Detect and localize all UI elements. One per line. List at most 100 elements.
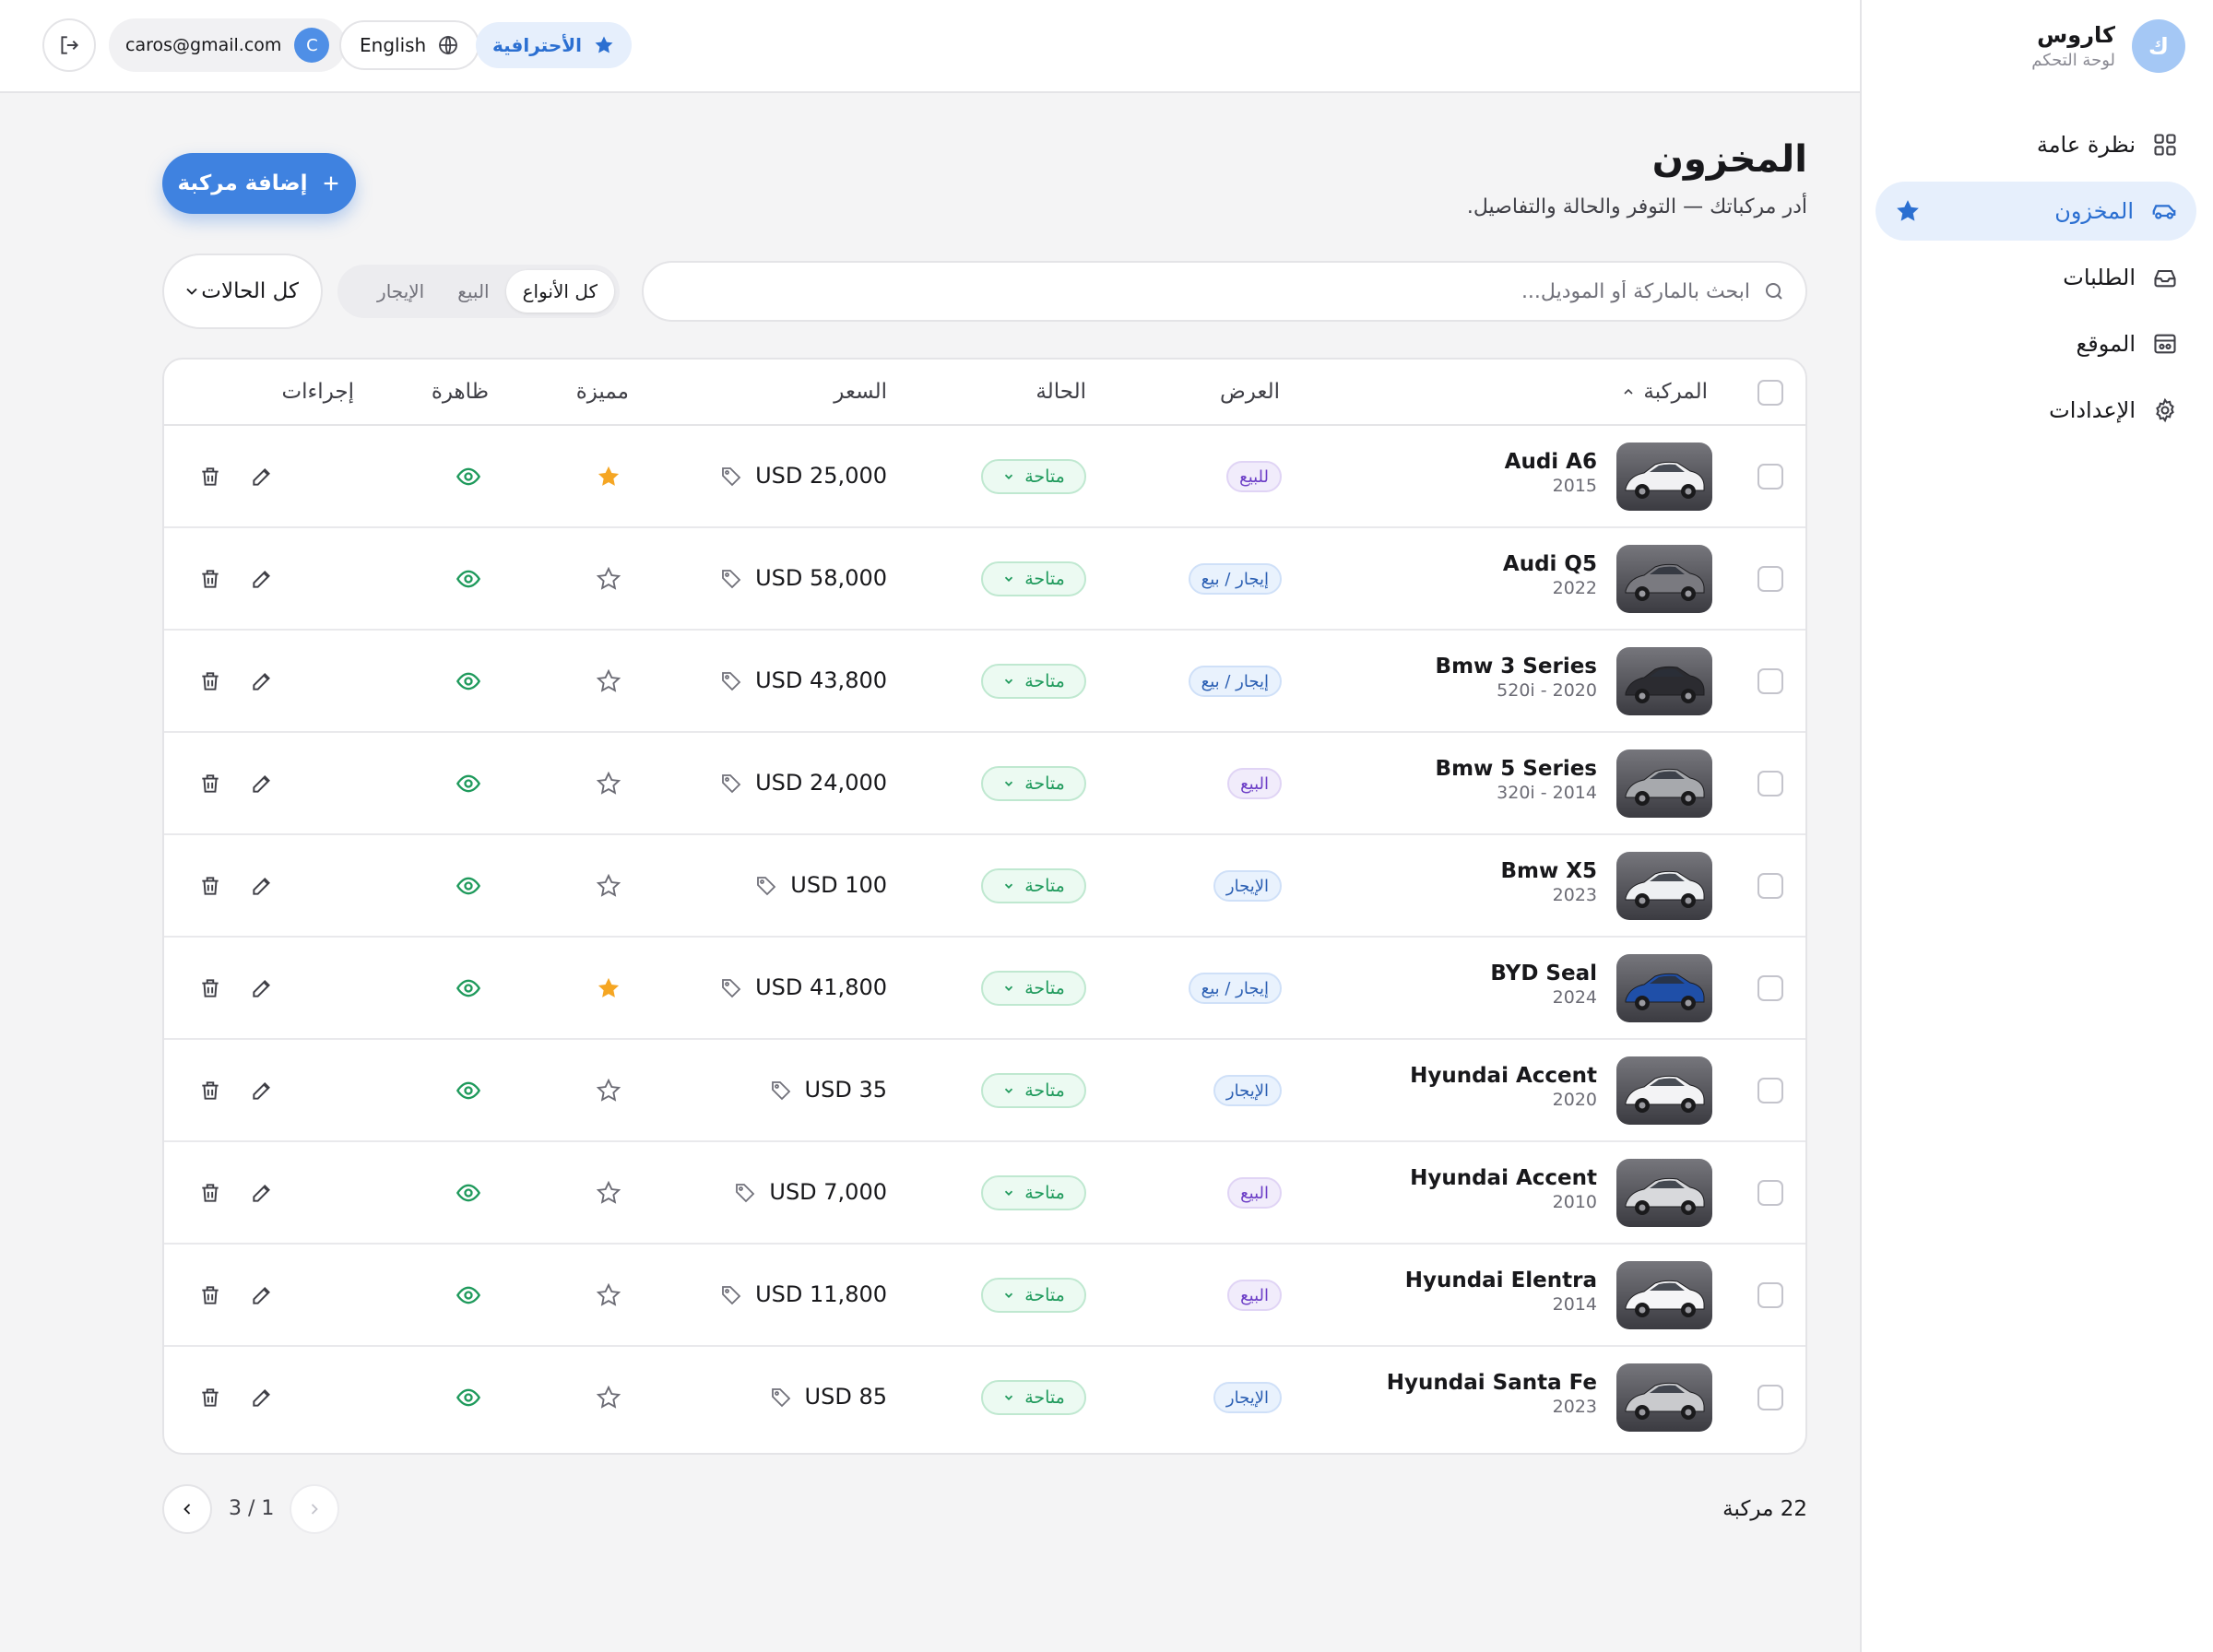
vehicle-name[interactable]: BYD Seal	[1490, 962, 1597, 985]
add-vehicle-button[interactable]: إضافة مركبة	[162, 153, 356, 214]
featured-toggle[interactable]	[596, 873, 621, 899]
row-checkbox[interactable]	[1757, 668, 1783, 694]
user-menu[interactable]: caros@gmail.com C	[109, 18, 347, 72]
vehicle-name[interactable]: Bmw 5 Series	[1436, 757, 1597, 781]
status-dropdown[interactable]: متاحة	[981, 1380, 1086, 1415]
featured-toggle[interactable]	[596, 1180, 621, 1206]
delete-button[interactable]	[198, 772, 222, 796]
sidebar-item-settings[interactable]: الإعدادات	[1876, 381, 2196, 440]
edit-button[interactable]	[250, 1181, 274, 1205]
row-checkbox[interactable]	[1757, 873, 1783, 899]
delete-button[interactable]	[198, 567, 222, 591]
edit-button[interactable]	[250, 976, 274, 1000]
sidebar-item-overview[interactable]: نظرة عامة	[1876, 115, 2196, 174]
star-icon	[596, 1385, 621, 1410]
select-all-checkbox[interactable]	[1757, 380, 1783, 406]
sidebar-item-site[interactable]: الموقع	[1876, 314, 2196, 373]
vehicle-thumbnail	[1616, 545, 1712, 613]
status-label: متاحة	[1024, 773, 1065, 794]
edit-button[interactable]	[250, 1079, 274, 1103]
row-checkbox[interactable]	[1757, 464, 1783, 490]
visibility-toggle[interactable]	[456, 1078, 481, 1103]
row-checkbox[interactable]	[1757, 1078, 1783, 1103]
status-dropdown[interactable]: متاحة	[981, 868, 1086, 903]
edit-button[interactable]	[250, 669, 274, 693]
vehicle-name[interactable]: Bmw X5	[1501, 859, 1598, 883]
status-dropdown[interactable]: متاحة	[981, 1073, 1086, 1108]
row-checkbox[interactable]	[1757, 1282, 1783, 1308]
visibility-toggle[interactable]	[456, 975, 481, 1001]
visibility-toggle[interactable]	[456, 873, 481, 899]
delete-button[interactable]	[198, 465, 222, 489]
status-dropdown[interactable]: متاحة	[981, 561, 1086, 596]
delete-button[interactable]	[198, 669, 222, 693]
featured-toggle[interactable]	[596, 566, 621, 592]
trash-icon	[198, 976, 222, 1000]
visibility-toggle[interactable]	[456, 566, 481, 592]
search-input[interactable]	[664, 268, 1750, 314]
status-dropdown[interactable]: متاحة	[981, 664, 1086, 699]
featured-toggle[interactable]	[596, 668, 621, 694]
language-switcher[interactable]: English	[339, 20, 480, 70]
vehicle-info: Hyundai Elentra 2014	[1405, 1268, 1597, 1315]
type-filter-rent[interactable]: الإيجار	[361, 270, 441, 313]
chevron-down-icon	[1002, 982, 1015, 995]
edit-button[interactable]	[250, 465, 274, 489]
delete-button[interactable]	[198, 1181, 222, 1205]
vehicle-name[interactable]: Hyundai Santa Fe	[1387, 1371, 1597, 1395]
edit-button[interactable]	[250, 874, 274, 898]
pagination-prev-button[interactable]	[162, 1484, 212, 1534]
featured-toggle[interactable]	[596, 1282, 621, 1308]
sort-vehicle-header[interactable]: المركبة	[1621, 380, 1708, 404]
visibility-toggle[interactable]	[456, 1385, 481, 1410]
status-dropdown[interactable]: متاحة	[981, 459, 1086, 494]
status-dropdown[interactable]: متاحة	[981, 1278, 1086, 1313]
sidebar-item-orders[interactable]: الطلبات	[1876, 248, 2196, 307]
featured-toggle[interactable]	[596, 1385, 621, 1410]
visibility-toggle[interactable]	[456, 1180, 481, 1206]
edit-button[interactable]	[250, 1283, 274, 1307]
delete-button[interactable]	[198, 874, 222, 898]
row-checkbox[interactable]	[1757, 566, 1783, 592]
pencil-icon	[250, 874, 274, 898]
featured-toggle[interactable]	[596, 975, 621, 1001]
edit-button[interactable]	[250, 1386, 274, 1410]
featured-toggle[interactable]	[596, 771, 621, 796]
sidebar-item-inventory[interactable]: المخزون	[1876, 182, 2196, 241]
status-dropdown[interactable]: متاحة	[981, 766, 1086, 801]
type-filter-sale[interactable]: البيع	[441, 270, 505, 313]
logout-button[interactable]	[42, 18, 96, 72]
sidebar-item-label: الطلبات	[2063, 265, 2136, 290]
row-checkbox[interactable]	[1757, 1180, 1783, 1206]
status-dropdown[interactable]: متاحة	[981, 971, 1086, 1006]
edit-button[interactable]	[250, 772, 274, 796]
edit-button[interactable]	[250, 567, 274, 591]
visibility-toggle[interactable]	[456, 1282, 481, 1308]
delete-button[interactable]	[198, 1079, 222, 1103]
vehicle-name[interactable]: Hyundai Elentra	[1405, 1268, 1597, 1292]
row-checkbox[interactable]	[1757, 1385, 1783, 1410]
delete-button[interactable]	[198, 1283, 222, 1307]
visibility-toggle[interactable]	[456, 668, 481, 694]
status-filter-select[interactable]: كل الحالات	[162, 254, 323, 329]
type-filter-all[interactable]: كل الأنواع	[505, 270, 614, 313]
delete-button[interactable]	[198, 976, 222, 1000]
visibility-toggle[interactable]	[456, 771, 481, 796]
delete-button[interactable]	[198, 1386, 222, 1410]
featured-toggle[interactable]	[596, 464, 621, 490]
featured-toggle[interactable]	[596, 1078, 621, 1103]
plan-badge[interactable]: الأحترافية	[476, 22, 633, 68]
offer-badge: الإيجار	[1213, 1075, 1282, 1106]
pagination-next-button[interactable]	[290, 1484, 339, 1534]
status-dropdown[interactable]: متاحة	[981, 1175, 1086, 1210]
car-icon	[2150, 197, 2178, 225]
row-checkbox[interactable]	[1757, 975, 1783, 1001]
row-checkbox[interactable]	[1757, 771, 1783, 796]
vehicle-name[interactable]: Hyundai Accent	[1410, 1166, 1597, 1190]
visibility-toggle[interactable]	[456, 464, 481, 490]
vehicle-name[interactable]: Audi A6	[1505, 450, 1597, 474]
vehicle-name[interactable]: Hyundai Accent	[1410, 1064, 1597, 1088]
vehicle-name[interactable]: Audi Q5	[1503, 552, 1597, 576]
trash-icon	[198, 1079, 222, 1103]
vehicle-name[interactable]: Bmw 3 Series	[1436, 655, 1597, 678]
